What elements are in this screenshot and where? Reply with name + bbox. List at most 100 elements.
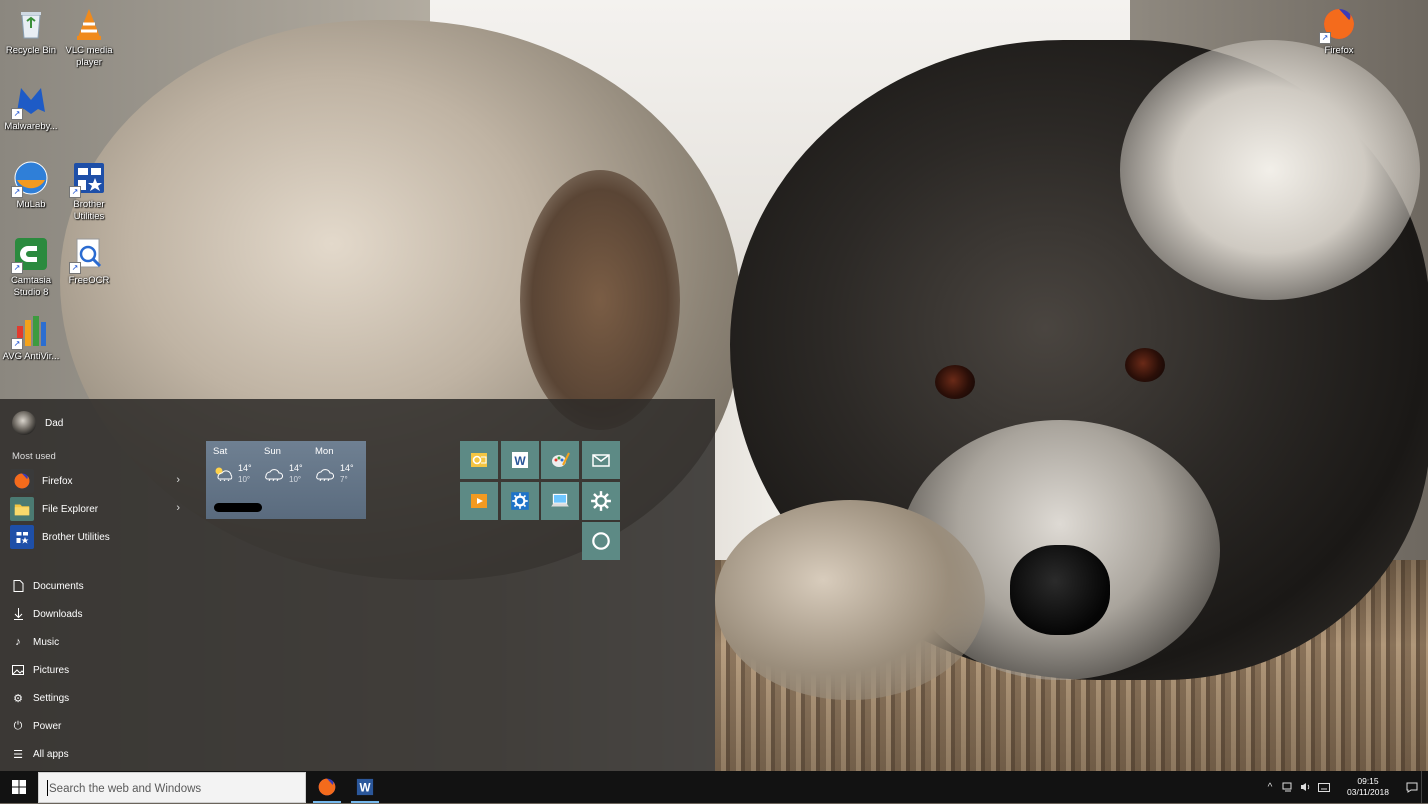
taskbar-app-firefox[interactable] bbox=[309, 771, 345, 803]
nav-item-label: Downloads bbox=[33, 608, 83, 620]
weather-high: 14° bbox=[289, 463, 303, 473]
network-icon[interactable] bbox=[1279, 771, 1297, 803]
search-input[interactable] bbox=[47, 773, 301, 804]
start-menu-left-pane: Dad Most used Firefox › File Explorer › … bbox=[0, 399, 196, 771]
most-used-label: Firefox bbox=[42, 475, 73, 487]
desktop-icon-recycle-bin[interactable]: Recycle Bin bbox=[0, 6, 62, 57]
show-desktop-button[interactable] bbox=[1421, 771, 1428, 803]
document-icon bbox=[12, 580, 24, 592]
wallpaper-dog-right-highlight bbox=[1120, 40, 1420, 300]
gear-icon: ⚙ bbox=[13, 692, 23, 705]
malwarebytes-icon: ↗ bbox=[11, 82, 49, 120]
text-caret bbox=[47, 780, 48, 796]
shortcut-arrow-icon: ↗ bbox=[69, 186, 81, 198]
cloud-rain-icon bbox=[316, 469, 335, 481]
user-name: Dad bbox=[45, 417, 64, 429]
brother-utilities-icon: ↗ bbox=[69, 160, 107, 198]
desktop-icon-malwarebytes[interactable]: ↗ Malwareby... bbox=[0, 82, 62, 133]
power-icon: ⏻ bbox=[13, 719, 23, 732]
weather-day: Sat bbox=[213, 446, 228, 457]
weather-day: Sun bbox=[264, 446, 281, 457]
volume-icon[interactable] bbox=[1297, 771, 1315, 803]
download-icon bbox=[12, 608, 24, 620]
tile-settings-app[interactable] bbox=[501, 482, 539, 520]
nav-item-label: Power bbox=[33, 720, 62, 732]
keyboard-icon[interactable] bbox=[1315, 771, 1333, 803]
outlook-icon bbox=[471, 453, 487, 467]
most-used-item-firefox[interactable]: Firefox › bbox=[10, 468, 186, 494]
wallpaper-dog-left-ear bbox=[520, 170, 680, 430]
nav-item-label: Pictures bbox=[33, 664, 70, 676]
tile-mail[interactable] bbox=[582, 441, 620, 479]
mulab-icon: ↗ bbox=[11, 160, 49, 198]
shortcut-arrow-icon: ↗ bbox=[11, 338, 23, 350]
weather-low: 10° bbox=[289, 475, 302, 484]
chevron-right-icon[interactable]: › bbox=[176, 502, 180, 514]
chevron-up-icon[interactable]: ^ bbox=[1261, 771, 1279, 803]
mail-icon bbox=[592, 454, 610, 467]
nav-item-label: Settings bbox=[33, 692, 70, 704]
start-button[interactable] bbox=[0, 771, 37, 803]
shortcut-arrow-icon: ↗ bbox=[1319, 32, 1331, 44]
nav-item-label: All apps bbox=[33, 748, 69, 760]
desktop-icon-firefox[interactable]: ↗ Firefox bbox=[1308, 6, 1370, 57]
tile-cortana[interactable] bbox=[582, 522, 620, 560]
tile-media-player[interactable] bbox=[460, 482, 498, 520]
most-used-item-brother-utilities[interactable]: Brother Utilities bbox=[10, 524, 186, 550]
desktop-icon-brother-utilities[interactable]: ↗ Brother Utilities bbox=[58, 160, 120, 222]
avatar bbox=[12, 411, 36, 435]
desktop-icon-mulab[interactable]: ↗ MuLab bbox=[0, 160, 62, 211]
avg-icon: ↗ bbox=[11, 312, 49, 350]
taskbar-clock[interactable]: 09:15 03/11/2018 bbox=[1333, 776, 1403, 798]
settings-app-icon bbox=[511, 492, 529, 510]
user-account-button[interactable]: Dad bbox=[12, 411, 63, 435]
clock-time: 09:15 bbox=[1357, 776, 1379, 786]
tile-word[interactable]: W bbox=[501, 441, 539, 479]
weather-tile[interactable]: Sat Sun Mon 14° 10° 14° 10° 14° 7° bbox=[206, 441, 366, 519]
laptop-icon bbox=[551, 493, 569, 507]
firefox-icon: ↗ bbox=[1319, 6, 1357, 44]
sun-cloud-rain-icon bbox=[215, 467, 233, 481]
brother-utilities-icon bbox=[10, 525, 34, 549]
tile-laptop[interactable] bbox=[541, 482, 579, 520]
nav-item-downloads[interactable]: Downloads bbox=[12, 608, 82, 620]
chevron-right-icon[interactable]: › bbox=[176, 474, 180, 486]
music-icon: ♪ bbox=[15, 636, 21, 648]
windows-logo-icon bbox=[11, 780, 26, 794]
nav-item-label: Documents bbox=[33, 580, 84, 592]
pictures-icon bbox=[12, 664, 24, 676]
tile-settings[interactable] bbox=[582, 482, 620, 520]
weather-low: 7° bbox=[340, 475, 348, 484]
most-used-label: File Explorer bbox=[42, 503, 99, 515]
most-used-item-file-explorer[interactable]: File Explorer › bbox=[10, 496, 186, 522]
tile-paint[interactable] bbox=[541, 441, 579, 479]
weather-high: 14° bbox=[340, 463, 354, 473]
nav-item-power[interactable]: ⏻ Power bbox=[12, 719, 62, 732]
notification-icon[interactable] bbox=[1403, 771, 1421, 803]
nav-item-music[interactable]: ♪ Music bbox=[12, 636, 59, 648]
desktop-icon-camtasia[interactable]: ↗ Camtasia Studio 8 bbox=[0, 236, 62, 298]
desktop-icon-avg[interactable]: ↗ AVG AntiVir... bbox=[0, 312, 62, 363]
search-box[interactable] bbox=[38, 772, 306, 804]
list-icon: ☰ bbox=[13, 748, 23, 761]
word-icon: W bbox=[356, 778, 374, 796]
desktop-icon-vlc[interactable]: VLC media player bbox=[58, 6, 120, 68]
paint-icon bbox=[552, 452, 570, 467]
clock-date: 03/11/2018 bbox=[1347, 787, 1389, 797]
desktop-icon-freeocr[interactable]: ↗ FreeOCR bbox=[58, 236, 120, 287]
nav-item-all-apps[interactable]: ☰ All apps bbox=[12, 748, 69, 761]
desktop-icon-label: MuLab bbox=[16, 199, 46, 210]
gear-icon bbox=[591, 491, 611, 511]
taskbar: W ^ 09:15 03/11/2018 bbox=[0, 771, 1428, 804]
taskbar-app-word[interactable]: W bbox=[347, 771, 383, 803]
weather-day: Mon bbox=[315, 446, 334, 457]
desktop-icon-label: Brother Utilities bbox=[73, 199, 105, 222]
cloud-rain-icon bbox=[265, 469, 284, 481]
nav-item-documents[interactable]: Documents bbox=[12, 580, 84, 592]
wallpaper-dog-nose bbox=[1010, 545, 1110, 635]
shortcut-arrow-icon: ↗ bbox=[11, 262, 23, 274]
desktop-icon-label: AVG AntiVir... bbox=[2, 351, 60, 362]
nav-item-pictures[interactable]: Pictures bbox=[12, 664, 69, 676]
nav-item-settings[interactable]: ⚙ Settings bbox=[12, 692, 70, 705]
tile-outlook[interactable] bbox=[460, 441, 498, 479]
